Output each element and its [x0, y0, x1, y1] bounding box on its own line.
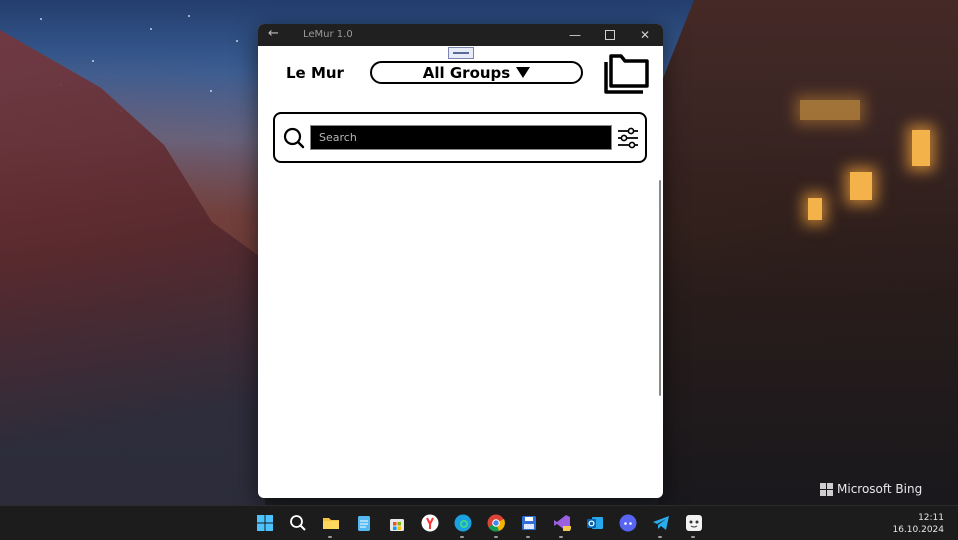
lit-ruin-window — [850, 172, 872, 200]
running-indicator — [494, 536, 498, 538]
maximize-icon — [605, 30, 615, 40]
left-cliff — [0, 30, 265, 510]
running-indicator — [658, 536, 662, 538]
minimize-icon: — — [569, 28, 581, 42]
title-bar[interactable]: ← LeMur 1.0 — ✕ — [258, 24, 663, 46]
pet-app-icon[interactable] — [685, 514, 703, 532]
running-indicator — [559, 536, 563, 538]
telegram-icon[interactable] — [652, 514, 670, 532]
windows-logo-icon — [820, 482, 833, 496]
notepad-icon[interactable] — [355, 514, 373, 532]
discord-icon[interactable] — [619, 514, 637, 532]
running-indicator — [328, 536, 332, 538]
edge-icon[interactable] — [454, 514, 472, 532]
search-panel — [273, 112, 647, 163]
minimize-button[interactable]: — — [558, 24, 592, 46]
taskbar: 12:11 16.10.2024 — [0, 505, 958, 540]
dropdown-triangle-icon — [516, 67, 531, 78]
bing-watermark-text: Microsoft Bing — [837, 482, 923, 496]
running-indicator — [691, 536, 695, 538]
running-indicator — [526, 536, 530, 538]
visual-studio-preview-icon[interactable] — [553, 514, 571, 532]
maximize-button[interactable] — [593, 24, 627, 46]
system-clock[interactable]: 12:11 16.10.2024 — [892, 512, 944, 536]
lit-ruin-window — [808, 198, 822, 220]
back-arrow-icon[interactable]: ← — [268, 26, 279, 41]
drag-handle-icon[interactable] — [448, 47, 474, 59]
close-icon: ✕ — [639, 28, 651, 42]
windows-start-icon[interactable] — [256, 514, 274, 532]
search-input[interactable] — [310, 125, 612, 150]
close-button[interactable]: ✕ — [628, 24, 662, 46]
window-title: LeMur 1.0 — [303, 29, 353, 40]
outlook-icon[interactable] — [586, 514, 604, 532]
microsoft-store-icon[interactable] — [388, 514, 406, 532]
group-selector-button[interactable]: All Groups — [370, 61, 583, 84]
yandex-browser-icon[interactable] — [421, 514, 439, 532]
folder-icon[interactable] — [603, 52, 651, 94]
search-icon[interactable] — [289, 514, 307, 532]
lit-ruin-window — [912, 130, 930, 166]
file-explorer-icon[interactable] — [322, 514, 340, 532]
right-cliff — [658, 0, 958, 505]
vertical-scrollbar[interactable] — [659, 180, 661, 396]
clock-time: 12:11 — [918, 513, 944, 523]
bing-watermark: Microsoft Bing — [820, 482, 922, 496]
chrome-icon[interactable] — [487, 514, 505, 532]
lit-ruin-glow — [800, 100, 860, 120]
running-indicator — [460, 536, 464, 538]
filter-sliders-icon[interactable] — [617, 127, 639, 149]
save-app-icon[interactable] — [520, 514, 538, 532]
clock-date: 16.10.2024 — [892, 525, 944, 535]
app-title: Le Mur — [286, 64, 344, 82]
group-selector-label: All Groups — [422, 63, 511, 82]
search-icon — [283, 127, 305, 149]
app-window: ← LeMur 1.0 — ✕ Le Mur All Groups — [258, 24, 663, 498]
